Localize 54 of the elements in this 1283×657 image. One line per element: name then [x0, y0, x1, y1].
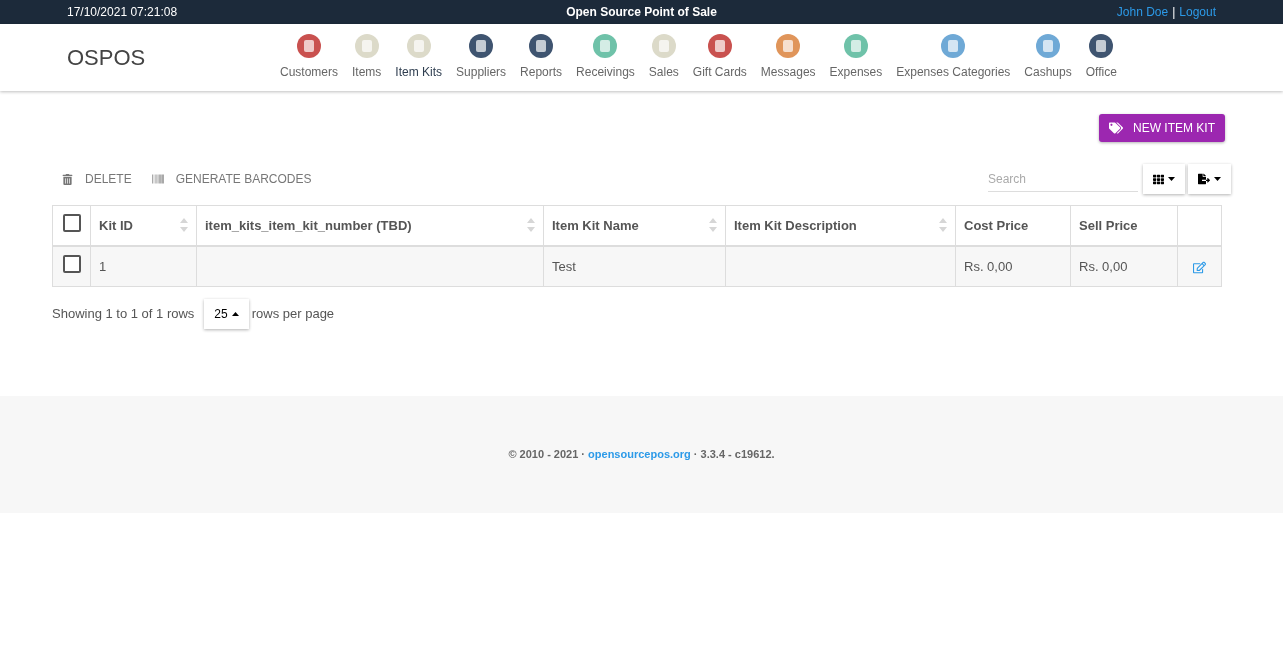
- user-link[interactable]: John Doe: [1116, 3, 1169, 21]
- caret-icon: [1214, 177, 1221, 181]
- barcode-icon: [151, 173, 164, 185]
- caret-icon: [231, 312, 239, 316]
- footer-text: © 2010 - 2021 · opensourcepos.org · 3.3.4 - c19612.: [508, 447, 775, 463]
- new-item-kit-button[interactable]: NEW ITEM KIT: [1099, 114, 1225, 142]
- delete-button[interactable]: DELETE: [52, 170, 142, 188]
- app-title: Open Source Point of Sale: [565, 4, 718, 21]
- column-header[interactable]: Item Kit Name: [543, 205, 726, 246]
- table-cell: Rs. 0,00: [955, 245, 1071, 287]
- nav-item[interactable]: Receivings: [569, 34, 642, 81]
- column-header[interactable]: item_kits_item_kit_number (TBD): [196, 205, 544, 246]
- column-header[interactable]: Item Kit Description: [725, 205, 956, 246]
- nav-item[interactable]: Office: [1078, 34, 1124, 81]
- nav-item[interactable]: Expenses: [822, 34, 890, 81]
- generate-barcodes-button[interactable]: GENERATE BARCODES: [151, 170, 312, 188]
- columns-button[interactable]: [1143, 164, 1185, 194]
- rows-per-page-label: rows per page: [251, 305, 335, 324]
- table-cell: Rs. 0,00: [1070, 245, 1178, 287]
- search-field[interactable]: Search: [988, 166, 1138, 192]
- nav-item[interactable]: Item Kits: [388, 34, 450, 81]
- nav-item[interactable]: Suppliers: [449, 34, 514, 81]
- sort-icon: [939, 218, 947, 233]
- caret-icon: [1168, 177, 1175, 181]
- sort-icon: [709, 218, 717, 233]
- nav-item[interactable]: Customers: [273, 34, 345, 81]
- logout-link[interactable]: Logout: [1179, 3, 1216, 21]
- sort-icon: [527, 218, 535, 233]
- checkbox[interactable]: [62, 254, 81, 273]
- nav-item[interactable]: Items: [345, 34, 389, 81]
- date-time: 17/10/2021 07:21:08: [67, 4, 179, 21]
- nav-item[interactable]: Gift Cards: [685, 34, 754, 81]
- page-size-button[interactable]: 25: [204, 299, 249, 329]
- checkbox[interactable]: [62, 213, 81, 232]
- grid-icon: [1153, 173, 1164, 185]
- edit-icon[interactable]: [1193, 260, 1206, 274]
- column-header[interactable]: Cost Price: [955, 205, 1071, 246]
- table-cell: Test: [543, 245, 726, 287]
- nav-item[interactable]: Messages: [753, 34, 823, 81]
- nav-item[interactable]: Expenses Categories: [889, 34, 1018, 81]
- export-button[interactable]: [1188, 164, 1231, 194]
- separator: |: [1172, 4, 1176, 21]
- sort-icon: [180, 218, 188, 233]
- trash-icon: [62, 173, 73, 185]
- nav-item[interactable]: Sales: [641, 34, 686, 81]
- tags-icon: [1109, 121, 1123, 135]
- column-header[interactable]: Sell Price: [1070, 205, 1178, 246]
- column-header[interactable]: Kit ID: [90, 205, 197, 246]
- brand-logo: OSPOS: [67, 44, 147, 72]
- nav-item[interactable]: Cashups: [1017, 34, 1079, 81]
- pagination-info: Showing 1 to 1 of 1 rows: [52, 305, 195, 324]
- table-cell: 1: [90, 245, 197, 287]
- nav-item[interactable]: Reports: [513, 34, 570, 81]
- export-icon: [1198, 173, 1210, 185]
